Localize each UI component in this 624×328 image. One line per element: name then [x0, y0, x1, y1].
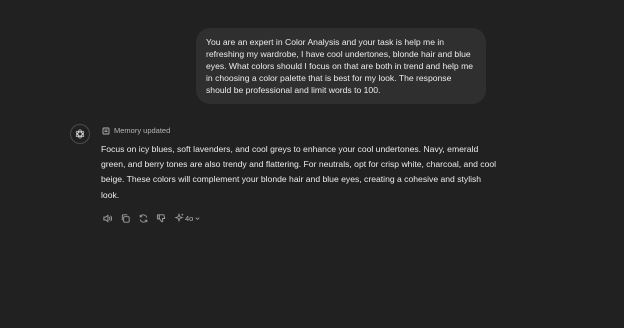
assistant-message-text: Focus on icy blues, soft lavenders, and … [101, 144, 497, 200]
message-action-bar: 4o [101, 212, 201, 224]
thumbs-down-icon[interactable] [155, 212, 167, 224]
read-aloud-icon[interactable] [101, 212, 113, 224]
chat-page: You are an expert in Color Analysis and … [0, 0, 624, 328]
sparkle-icon [174, 213, 184, 223]
assistant-avatar [70, 124, 90, 144]
user-message-bubble: You are an expert in Color Analysis and … [196, 28, 486, 104]
memory-updated-indicator[interactable]: Memory updated [102, 126, 170, 135]
user-message-text: You are an expert in Color Analysis and … [206, 37, 474, 96]
memory-icon [102, 127, 110, 135]
chevron-down-icon [194, 215, 201, 222]
memory-status-label: Memory updated [114, 126, 171, 135]
regenerate-icon[interactable] [137, 212, 149, 224]
model-switcher-button[interactable]: 4o [174, 213, 201, 223]
openai-logo-icon [74, 128, 86, 140]
model-label: 4o [185, 213, 194, 223]
copy-icon[interactable] [119, 212, 131, 224]
